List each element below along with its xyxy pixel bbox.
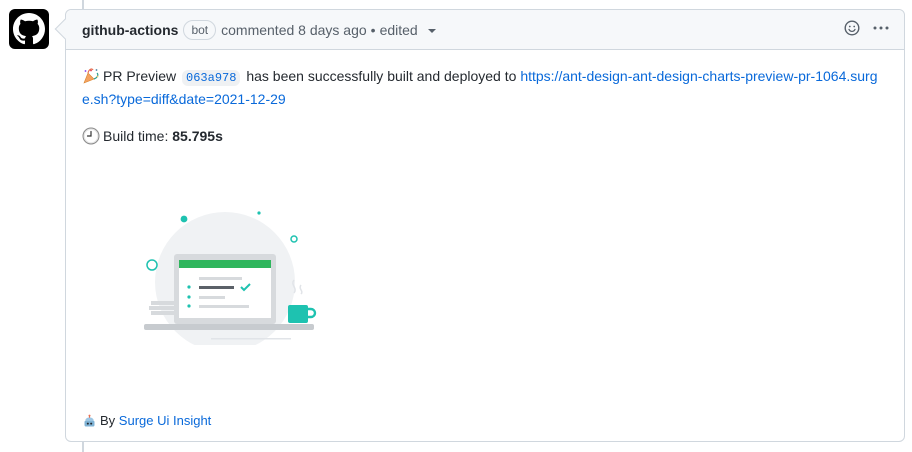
laptop-illustration-icon xyxy=(144,211,317,352)
edited-label: edited xyxy=(379,21,418,38)
build-time-value: 85.795s xyxy=(172,128,223,144)
github-octocat-icon xyxy=(13,13,45,45)
comment-footer: By Surge Ui Insight xyxy=(82,412,211,430)
preview-paragraph: PR Preview 063a978 has been successfully… xyxy=(82,66,888,110)
kebab-icon xyxy=(873,26,889,30)
header-separator: • xyxy=(370,21,376,38)
robot-icon xyxy=(84,414,95,427)
clock-icon xyxy=(82,127,100,145)
comment-box: github-actions bot commented 8 days ago … xyxy=(54,9,905,442)
avatar[interactable] xyxy=(9,9,49,49)
chevron-down-icon xyxy=(427,28,436,33)
deploy-illustration xyxy=(141,205,321,352)
deploy-text: has been successfully built and deployed… xyxy=(246,68,517,84)
confetti-icon xyxy=(83,68,99,84)
footer-prefix: By xyxy=(100,413,116,428)
comment-header: github-actions bot commented 8 days ago … xyxy=(66,10,904,50)
bot-badge: bot xyxy=(183,19,217,40)
comment-body: PR Preview 063a978 has been successfully… xyxy=(66,50,904,163)
author-link[interactable]: github-actions xyxy=(82,22,178,38)
add-reaction-button[interactable] xyxy=(844,20,860,36)
comment-timestamp[interactable]: commented 8 days ago xyxy=(221,22,367,38)
smiley-icon xyxy=(844,20,860,36)
preview-label: PR Preview xyxy=(103,68,177,84)
commit-sha-link[interactable]: 063a978 xyxy=(182,70,241,86)
header-actions xyxy=(844,20,890,36)
surge-ui-insight-link[interactable]: Surge Ui Insight xyxy=(119,413,212,428)
build-time-paragraph: Build time: 85.795s xyxy=(82,126,888,147)
edited-dropdown[interactable]: edited xyxy=(380,22,436,38)
build-time-label: Build time: xyxy=(103,128,169,144)
more-options-button[interactable] xyxy=(872,20,890,36)
